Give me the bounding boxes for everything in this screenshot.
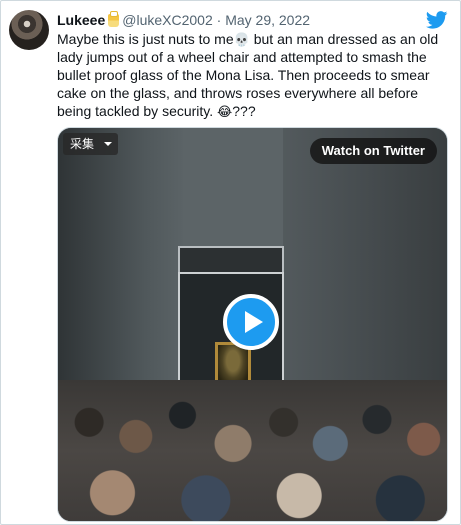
separator-dot: · [216,12,222,28]
tweet-text: Maybe this is just nuts to me💀 but an ma… [57,31,439,119]
twitter-bird-icon[interactable] [426,11,448,29]
video-frame-wall [183,128,283,248]
play-button[interactable] [223,294,279,350]
play-icon [244,311,263,333]
crowd [58,380,447,521]
display-case-top [178,246,284,272]
watch-on-twitter-button[interactable]: Watch on Twitter [309,138,437,164]
quality-selector[interactable]: 采集 [63,133,119,155]
quality-label: 采集 [70,137,95,151]
author-handle[interactable]: @lukeXC2002 [122,12,213,28]
tweet-card[interactable]: Lukeee @lukeXC2002 · May 29, 2022 Maybe t… [0,0,461,525]
laughing-emoji: 😂 [217,104,233,119]
badge-icon [108,11,120,27]
tweet-header: Lukeee @lukeXC2002 · May 29, 2022 [57,11,450,31]
tweet-date[interactable]: May 29, 2022 [225,12,310,28]
skull-emoji: 💀 [233,32,250,47]
avatar[interactable] [9,10,49,50]
chevron-down-icon [104,142,113,146]
author-name[interactable]: Lukeee [57,12,105,28]
video-player[interactable]: 采集 Watch on Twitter [57,127,448,522]
